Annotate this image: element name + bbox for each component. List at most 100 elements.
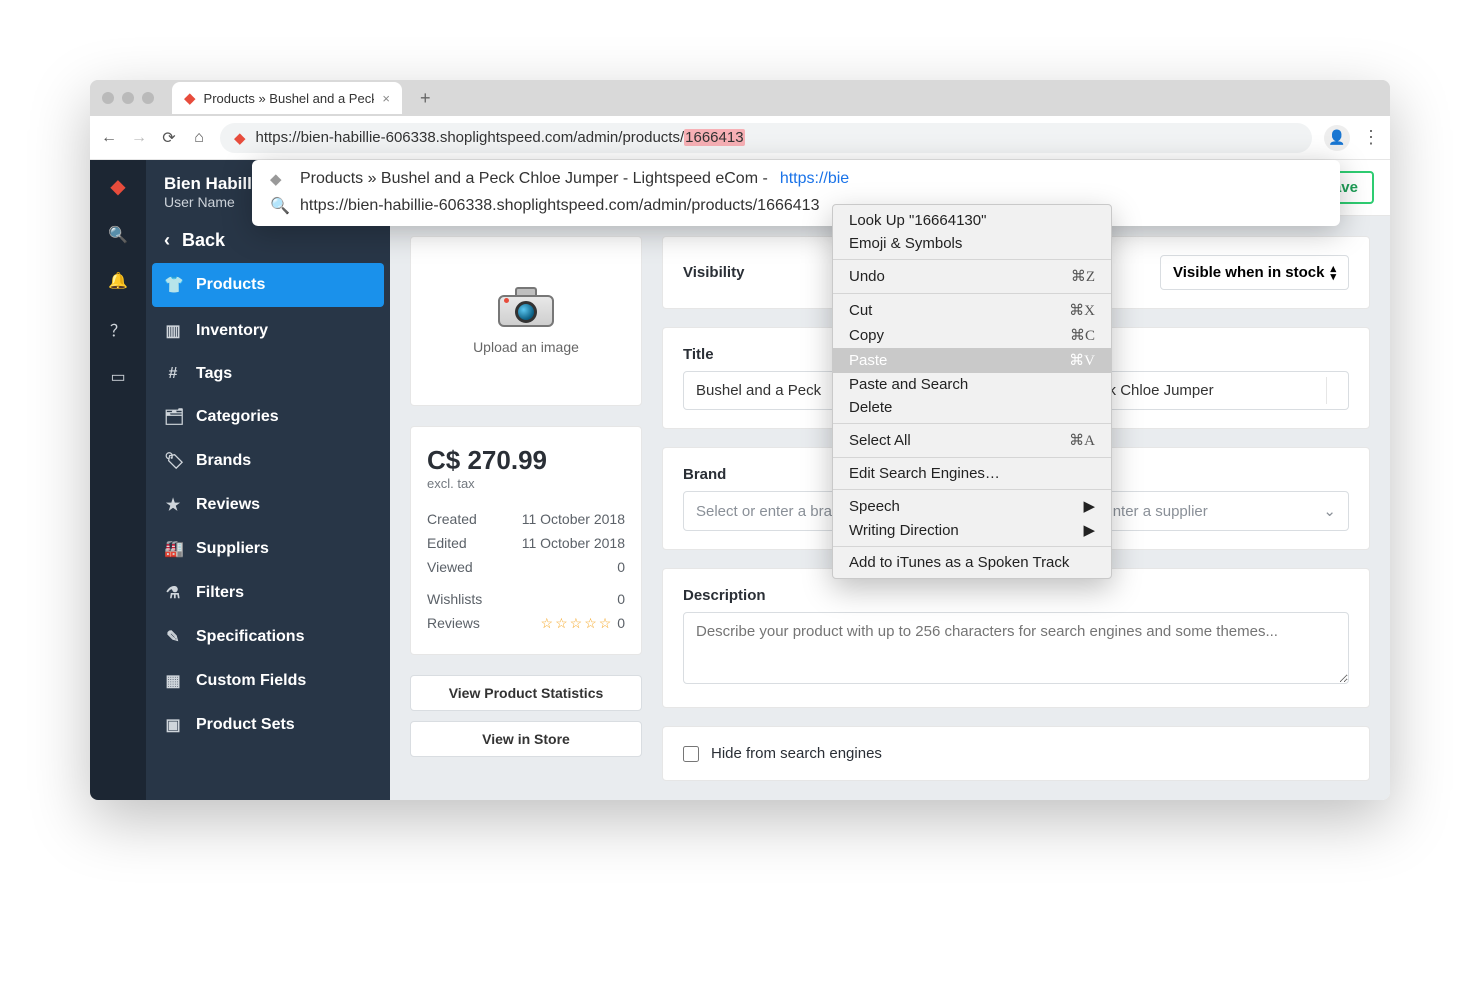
- lightspeed-logo-icon[interactable]: ◆: [110, 174, 125, 199]
- menu-paste[interactable]: Paste⌘V: [833, 348, 1111, 373]
- context-menu: Look Up "16664130" Emoji & Symbols Undo⌘…: [832, 204, 1112, 579]
- fields-icon: ▦: [164, 671, 182, 691]
- suggestion-row[interactable]: 🔍 https://bien-habillie-606338.shoplight…: [252, 192, 1340, 220]
- suggestion-text: https://bien-habillie-606338.shoplightsp…: [300, 197, 819, 215]
- menu-lookup[interactable]: Look Up "16664130": [833, 209, 1111, 232]
- menu-undo[interactable]: Undo⌘Z: [833, 264, 1111, 289]
- upload-image-card[interactable]: Upload an image: [410, 236, 642, 406]
- sets-icon: ▣: [164, 715, 182, 735]
- sidebar-item-label: Filters: [196, 584, 244, 602]
- bell-icon[interactable]: 🔔: [108, 271, 128, 291]
- chevron-left-icon: ‹: [164, 230, 170, 251]
- price-card: C$ 270.99 excl. tax Created 11 October 20…: [410, 426, 642, 655]
- zoom-dot[interactable]: [142, 92, 154, 104]
- forward-icon[interactable]: →: [130, 129, 148, 147]
- meta-label: Wishlists: [427, 591, 482, 607]
- description-textarea[interactable]: [683, 612, 1349, 684]
- search-icon[interactable]: 🔍: [108, 225, 128, 245]
- price-note: excl. tax: [427, 476, 625, 491]
- hide-search-checkbox[interactable]: [683, 746, 699, 762]
- icon-rail: ◆ 🔍 🔔 ？ ▭: [90, 160, 146, 800]
- sidebar-item-product-sets[interactable]: ▣ Product Sets: [146, 703, 390, 747]
- tab-title: Products » Bushel and a Peck: [204, 91, 375, 106]
- sidebar-item-products[interactable]: 👕Products: [152, 263, 384, 307]
- menu-copy[interactable]: Copy⌘C: [833, 323, 1111, 348]
- browser-menu-icon[interactable]: ⋮: [1362, 127, 1380, 148]
- back-icon[interactable]: ←: [100, 129, 118, 147]
- view-statistics-button[interactable]: View Product Statistics: [410, 675, 642, 711]
- sidebar-item-custom-fields[interactable]: ▦ Custom Fields: [146, 659, 390, 703]
- site-icon: ◆: [234, 129, 246, 147]
- sidebar-item-filters[interactable]: ⚗Filters: [146, 571, 390, 615]
- browser-toolbar: ← → ⟳ ⌂ ◆ https://bien-habillie-606338.s…: [90, 116, 1390, 160]
- sidebar-item-suppliers[interactable]: 🏭Suppliers: [146, 527, 390, 571]
- sidebar-item-label: Brands: [196, 452, 251, 470]
- store-icon[interactable]: ▭: [110, 367, 125, 387]
- sidebar-item-label: Specifications: [196, 628, 304, 646]
- address-bar[interactable]: ◆ https://bien-habillie-606338.shoplight…: [220, 123, 1312, 153]
- sidebar-item-label: Suppliers: [196, 540, 269, 558]
- url-prefix: https://bien-habillie-606338.shoplightsp…: [256, 129, 685, 146]
- hide-search-section: Hide from search engines: [662, 726, 1370, 781]
- menu-speech[interactable]: Speech▶: [833, 494, 1111, 518]
- star-icon: ★: [164, 495, 182, 515]
- close-dot[interactable]: [102, 92, 114, 104]
- sidebar-item-brands[interactable]: 🏷 Brands: [146, 439, 390, 483]
- new-tab-button[interactable]: +: [420, 88, 431, 109]
- price-value: C$ 270.99: [427, 445, 625, 476]
- help-icon[interactable]: ？: [110, 317, 126, 341]
- meta-value: 11 October 2018: [522, 511, 625, 527]
- chevron-updown-icon: ▴▾: [1330, 265, 1336, 281]
- description-label: Description: [683, 587, 1349, 604]
- view-in-store-button[interactable]: View in Store: [410, 721, 642, 757]
- profile-avatar[interactable]: 👤: [1324, 125, 1350, 151]
- window-controls: [102, 92, 154, 104]
- menu-delete[interactable]: Delete: [833, 396, 1111, 419]
- home-icon[interactable]: ⌂: [190, 129, 208, 147]
- menu-itunes[interactable]: Add to iTunes as a Spoken Track: [833, 551, 1111, 574]
- menu-paste-search[interactable]: Paste and Search: [833, 373, 1111, 396]
- upload-caption: Upload an image: [473, 339, 579, 355]
- app-body: ◆ 🔍 🔔 ？ ▭ Bien Habill User Name ‹ Back 👕…: [90, 160, 1390, 800]
- menu-writing-direction[interactable]: Writing Direction▶: [833, 518, 1111, 542]
- back-link[interactable]: ‹ Back: [146, 220, 390, 261]
- sidebar-item-specifications[interactable]: ✎ Specifications: [146, 615, 390, 659]
- minimize-dot[interactable]: [122, 92, 134, 104]
- sidebar-item-label: Inventory: [196, 322, 268, 340]
- url-selection: 1666413: [684, 129, 744, 146]
- menu-select-all[interactable]: Select All⌘A: [833, 428, 1111, 453]
- menu-cut[interactable]: Cut⌘X: [833, 298, 1111, 323]
- sidebar-item-label: Custom Fields: [196, 672, 306, 690]
- sidebar-item-tags[interactable]: #Tags: [146, 353, 390, 395]
- sidebar-item-categories[interactable]: 🗂 Categories: [146, 395, 390, 439]
- meta-label: Edited: [427, 535, 467, 551]
- description-section: Description: [662, 568, 1370, 708]
- suggestion-row[interactable]: ◆ Products » Bushel and a Peck Chloe Jum…: [252, 166, 1340, 192]
- tag-icon: 🏷: [164, 451, 182, 471]
- reload-icon[interactable]: ⟳: [160, 128, 178, 148]
- stars-icon: ☆☆☆☆☆: [541, 615, 614, 631]
- suggestion-link: https://bie: [780, 170, 849, 188]
- flame-icon: ◆: [184, 89, 196, 107]
- tools-icon: ✎: [164, 627, 182, 647]
- meta-label: Created: [427, 511, 477, 527]
- browser-tab[interactable]: ◆ Products » Bushel and a Peck ×: [172, 82, 402, 114]
- sidebar-item-label: Categories: [196, 408, 279, 426]
- sidebar-item-inventory[interactable]: ▥Inventory: [146, 309, 390, 353]
- close-tab-icon[interactable]: ×: [382, 91, 390, 106]
- sidebar-item-label: Tags: [196, 365, 232, 383]
- meta-label: Viewed: [427, 559, 473, 575]
- sidebar-item-label: Products: [196, 276, 265, 294]
- meta-value: 0: [617, 591, 625, 607]
- visibility-toggle[interactable]: Visible when in stock ▴▾: [1160, 255, 1349, 290]
- folder-icon: 🗂: [164, 407, 182, 427]
- sidebar-item-label: Product Sets: [196, 716, 295, 734]
- omnibox-suggestions: ◆ Products » Bushel and a Peck Chloe Jum…: [252, 160, 1340, 226]
- left-buttons: View Product Statistics View in Store: [410, 675, 642, 757]
- sidebar-item-reviews[interactable]: ★Reviews: [146, 483, 390, 527]
- title-bar: ◆ Products » Bushel and a Peck × +: [90, 80, 1390, 116]
- menu-emoji[interactable]: Emoji & Symbols: [833, 232, 1111, 255]
- visibility-value: Visible when in stock: [1173, 264, 1324, 281]
- menu-edit-search-engines[interactable]: Edit Search Engines…: [833, 462, 1111, 485]
- suggestion-text: Products » Bushel and a Peck Chloe Jumpe…: [300, 170, 768, 188]
